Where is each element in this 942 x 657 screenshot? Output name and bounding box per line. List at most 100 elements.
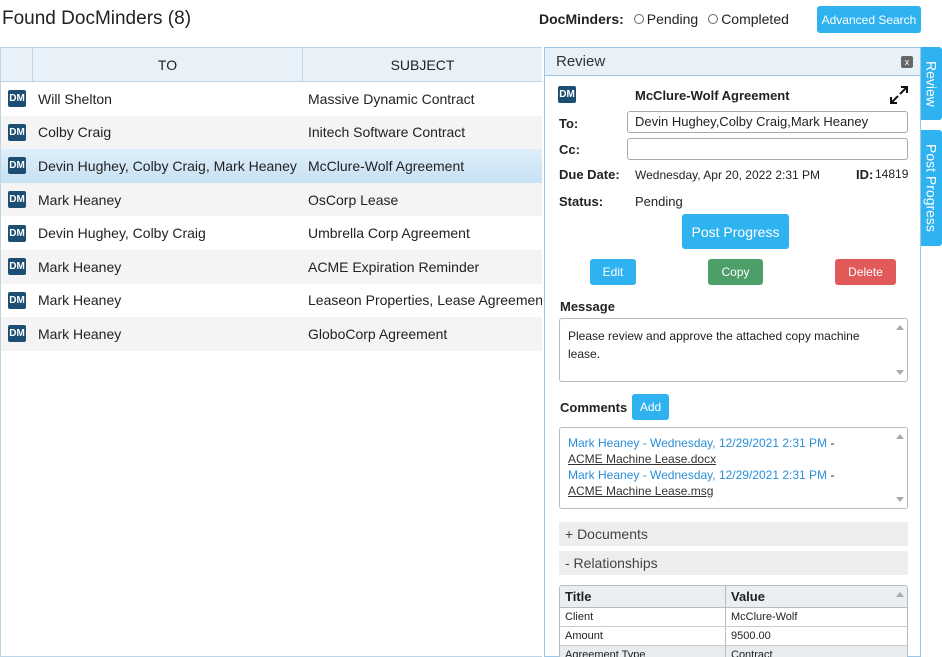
column-subject[interactable]: SUBJECT [303, 48, 542, 81]
edit-button[interactable]: Edit [590, 259, 636, 285]
relationship-row: Client McClure-Wolf [560, 608, 907, 627]
to-field[interactable]: Devin Hughey,Colby Craig,Mark Heaney [627, 111, 908, 133]
comments-scrollbar[interactable] [893, 428, 907, 508]
comment-item: Mark Heaney - Wednesday, 12/29/2021 2:31… [568, 435, 887, 467]
tab-post-progress[interactable]: Post Progress [921, 130, 942, 246]
relationships-table-header: Title Value [560, 586, 907, 608]
id-label: ID: [856, 167, 874, 182]
expand-icon[interactable] [889, 85, 909, 105]
table-row[interactable]: DM Devin Hughey, Colby Craig, Mark Heaney… [1, 149, 542, 183]
column-to[interactable]: TO [33, 48, 303, 81]
comment-author-link[interactable]: Mark Heaney - Wednesday, 12/29/2021 2:31… [568, 468, 827, 482]
comments-list: Mark Heaney - Wednesday, 12/29/2021 2:31… [568, 435, 887, 499]
radio-completed[interactable]: Completed [708, 11, 789, 27]
comment-author-link[interactable]: Mark Heaney - Wednesday, 12/29/2021 2:31… [568, 436, 827, 450]
filter-label: DocMinders: [539, 11, 624, 27]
docminders-grid: TO SUBJECT DM Will Shelton Massive Dynamic… [0, 47, 542, 657]
grid-header: TO SUBJECT [1, 48, 542, 82]
comment-separator: - [827, 468, 835, 482]
row-subject: GloboCorp Agreement [308, 325, 448, 342]
comments-label: Comments [560, 400, 628, 415]
docminder-icon: DM [8, 291, 26, 309]
relationship-value: Contract [731, 649, 773, 657]
docminder-icon: DM [8, 123, 26, 141]
row-subject: ACME Expiration Reminder [308, 258, 480, 275]
comments-box: Mark Heaney - Wednesday, 12/29/2021 2:31… [559, 427, 908, 509]
relationships-section[interactable]: - Relationships [559, 551, 908, 575]
comment-separator: - [827, 436, 835, 450]
to-label: To: [559, 116, 579, 131]
relationship-value: 9500.00 [731, 630, 771, 642]
row-subject: Initech Software Contract [308, 124, 466, 141]
relationship-title: Client [560, 608, 726, 626]
post-progress-button[interactable]: Post Progress [682, 214, 789, 249]
row-to: Mark Heaney [38, 258, 122, 275]
table-row[interactable]: DM Colby Craig Initech Software Contract [1, 115, 542, 150]
tab-review[interactable]: Review [921, 47, 942, 120]
due-date-value: Wednesday, Apr 20, 2022 2:31 PM [635, 168, 821, 182]
docminders-filter: DocMinders: Pending Completed [539, 11, 799, 27]
message-box[interactable]: Please review and approve the attached c… [559, 318, 908, 382]
relationship-row: Agreement Type Contract [560, 646, 907, 657]
relationships-scrollbar[interactable] [893, 586, 907, 657]
close-icon[interactable]: x [901, 56, 913, 68]
grid-body: DM Will Shelton Massive Dynamic Contract DM… [1, 82, 542, 351]
due-date-label: Due Date: [559, 167, 620, 182]
table-row[interactable]: DM Mark Heaney GloboCorp Agreement [1, 317, 542, 351]
comment-attachment-link[interactable]: ACME Machine Lease.msg [568, 484, 713, 498]
review-panel-title: Review [556, 53, 606, 70]
message-text: Please review and approve the attached c… [568, 329, 860, 361]
table-row[interactable]: DM Devin Hughey, Colby Craig Umbrella Corp… [1, 216, 542, 250]
row-to: Devin Hughey, Colby Craig [38, 225, 206, 242]
radio-pending[interactable]: Pending [633, 11, 699, 27]
row-to: Will Shelton [38, 90, 112, 107]
comment-item: Mark Heaney - Wednesday, 12/29/2021 2:31… [568, 467, 887, 499]
docminder-icon: DM [8, 258, 26, 276]
table-row[interactable]: DM Mark Heaney OsCorp Lease [1, 182, 542, 217]
table-row[interactable]: DM Will Shelton Massive Dynamic Contract [1, 82, 542, 116]
id-value: 14819 [875, 167, 909, 181]
page-title: Found DocMinders (8) [2, 8, 192, 29]
column-title: Title [560, 586, 726, 607]
review-title: McClure-Wolf Agreement [635, 88, 790, 103]
message-label: Message [560, 299, 615, 314]
row-to: Mark Heaney [38, 292, 122, 309]
documents-section[interactable]: + Documents [559, 522, 908, 546]
copy-button[interactable]: Copy [708, 259, 763, 285]
relationships-table-body: Client McClure-Wolf Amount 9500.00 Agreement… [560, 608, 907, 657]
cc-field[interactable] [627, 138, 908, 160]
row-subject: OsCorp Lease [308, 191, 399, 208]
row-to: Colby Craig [38, 124, 112, 141]
comment-attachment-link[interactable]: ACME Machine Lease.docx [568, 452, 716, 466]
row-subject: Leaseon Properties, Lease Agreement [308, 292, 542, 309]
docminder-icon: DM [8, 90, 26, 108]
docminder-icon: DM [8, 191, 26, 209]
row-subject: McClure-Wolf Agreement [308, 157, 465, 174]
radio-circle-icon[interactable] [633, 14, 644, 24]
relationship-row: Amount 9500.00 [560, 627, 907, 646]
table-row[interactable]: DM Mark Heaney ACME Expiration Reminder [1, 249, 542, 284]
column-value: Value [731, 589, 765, 604]
docminder-icon: DM [8, 224, 26, 242]
advanced-search-button[interactable]: Advanced Search [817, 6, 921, 33]
relationship-value: McClure-Wolf [731, 611, 798, 623]
radio-pending-label: Pending [646, 11, 699, 27]
relationship-title: Amount [560, 627, 726, 645]
delete-button[interactable]: Delete [835, 259, 896, 285]
cc-label: Cc: [559, 142, 580, 157]
row-to: Mark Heaney [38, 325, 122, 342]
docminder-icon: DM [8, 157, 26, 175]
message-scrollbar[interactable] [893, 319, 907, 381]
status-value: Pending [635, 194, 683, 209]
row-subject: Umbrella Corp Agreement [308, 225, 470, 242]
review-panel: Review x DM McClure-Wolf Agreement To: D… [544, 47, 921, 657]
radio-completed-label: Completed [721, 11, 789, 27]
radio-circle-icon[interactable] [708, 14, 719, 24]
relationship-title: Agreement Type [560, 646, 726, 657]
tab-post-progress-label: Post Progress [923, 144, 940, 232]
add-comment-button[interactable]: Add [632, 394, 669, 420]
docminder-icon: DM [558, 86, 576, 103]
table-row[interactable]: DM Mark Heaney Leaseon Properties, Lease A… [1, 284, 542, 318]
row-to: Mark Heaney [38, 191, 122, 208]
row-to: Devin Hughey, Colby Craig, Mark Heaney [38, 157, 297, 174]
